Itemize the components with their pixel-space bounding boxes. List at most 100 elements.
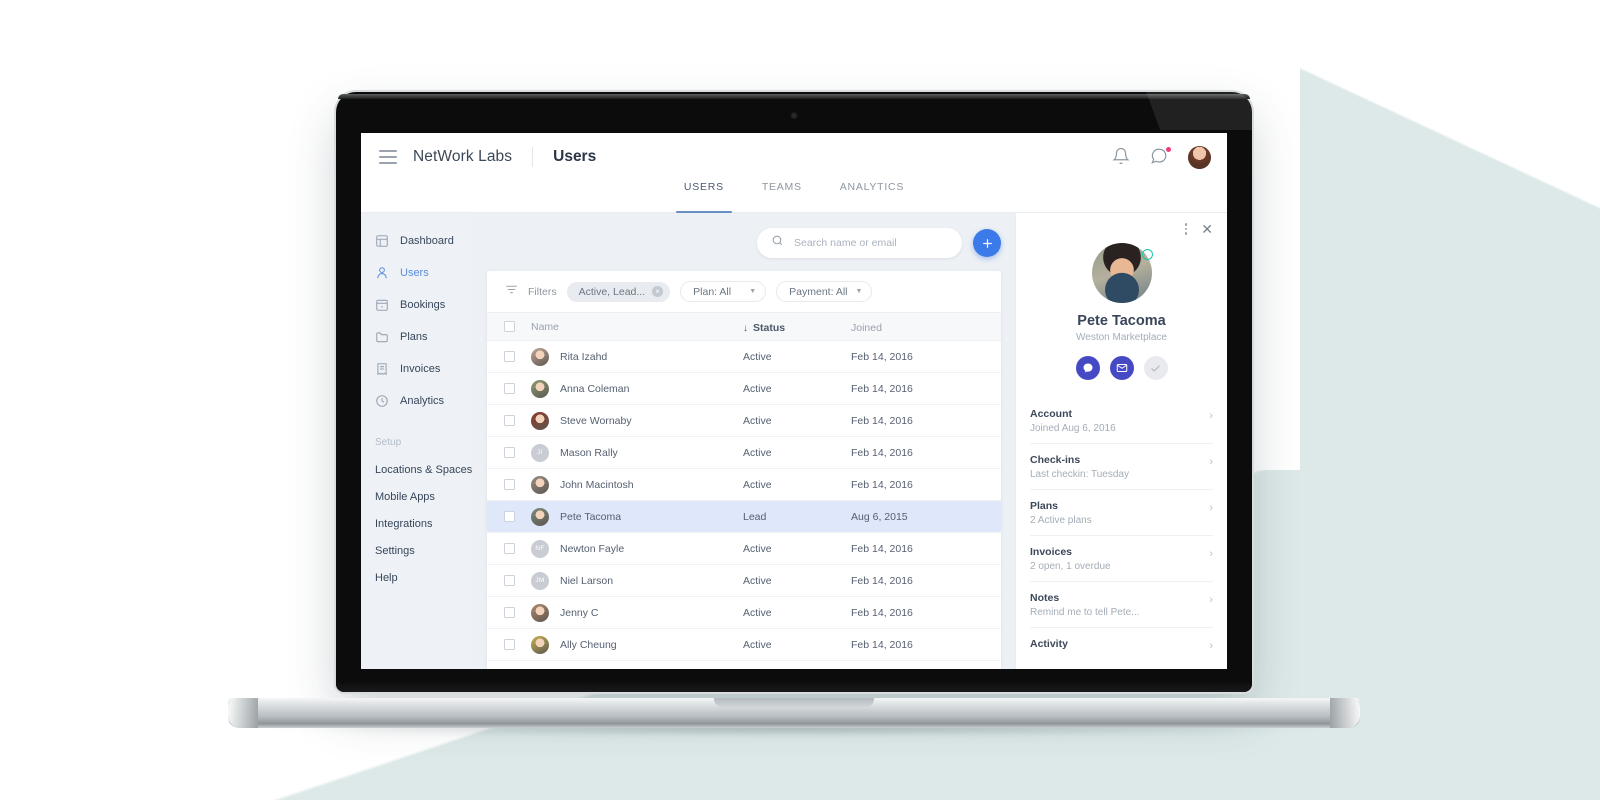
panel-detail-text: Check-ins Last checkin: Tuesday — [1030, 454, 1209, 480]
row-name: Niel Larson — [560, 574, 614, 587]
table-row[interactable]: Ally Cheung Active Feb 14, 2016 — [487, 629, 1001, 661]
sidebar-item-locations-spaces[interactable]: Locations & Spaces — [361, 456, 473, 483]
hamburger-icon[interactable] — [379, 150, 397, 164]
row-status: Active — [743, 382, 772, 395]
row-checkbox[interactable] — [503, 607, 515, 618]
row-joined: Feb 14, 2016 — [851, 542, 913, 555]
bell-icon[interactable] — [1112, 147, 1132, 167]
panel-detail-title: Invoices — [1030, 546, 1073, 558]
table-row[interactable]: Steve Wornaby Active Feb 14, 2016 — [487, 405, 1001, 437]
plan-filter-select[interactable]: Plan: All ▼ — [680, 281, 767, 302]
chevron-right-icon: › — [1209, 640, 1213, 652]
add-user-button[interactable] — [973, 229, 1001, 257]
panel-detail-text: Activity — [1030, 638, 1209, 650]
select-all-checkbox[interactable] — [503, 321, 515, 332]
clear-filter-icon[interactable]: × — [652, 286, 664, 297]
laptop-base-edge-right — [1330, 698, 1360, 728]
plan-filter-label: Plan: All — [693, 285, 732, 298]
payment-filter-label: Payment: All — [789, 285, 848, 298]
panel-detail-item[interactable]: Check-ins Last checkin: Tuesday › — [1030, 443, 1213, 489]
row-name: John Macintosh — [560, 478, 634, 491]
sidebar-item-settings[interactable]: Settings — [361, 537, 473, 564]
panel-detail-item[interactable]: Plans 2 Active plans › — [1030, 489, 1213, 535]
checkin-action-button[interactable] — [1143, 356, 1168, 380]
email-action-button[interactable] — [1109, 356, 1134, 380]
row-checkbox[interactable] — [503, 351, 515, 362]
chat-bubble-icon[interactable] — [1150, 146, 1172, 167]
sidebar-item-users[interactable]: Users — [361, 257, 473, 289]
message-action-button[interactable] — [1075, 356, 1100, 380]
row-checkbox[interactable] — [503, 415, 515, 426]
row-checkbox[interactable] — [503, 639, 515, 650]
row-status: Active — [743, 446, 772, 459]
chevron-right-icon: › — [1209, 502, 1213, 514]
sidebar-item-help[interactable]: Help — [361, 564, 473, 591]
column-header-status[interactable]: ↓ Status — [743, 318, 851, 336]
laptop-lid: NetWork Labs Users USERS TEAMS ANALYTICS… — [336, 92, 1252, 692]
filter-chip-status[interactable]: Active, Lead... × — [566, 281, 671, 302]
row-checkbox[interactable] — [503, 543, 515, 554]
table-row[interactable]: Jenny C Active Feb 14, 2016 — [487, 597, 1001, 629]
panel-detail-item[interactable]: Activity › — [1030, 627, 1213, 661]
chevron-right-icon: › — [1209, 410, 1213, 422]
chevron-right-icon: › — [1209, 548, 1213, 560]
panel-detail-text: Plans 2 Active plans — [1030, 500, 1209, 526]
sidebar-item-label: Mobile Apps — [375, 490, 435, 503]
tab-teams[interactable]: TEAMS — [758, 181, 806, 212]
sidebar-item-dashboard[interactable]: Dashboard — [361, 225, 473, 257]
row-status: Active — [743, 350, 772, 363]
search-box[interactable] — [757, 228, 962, 258]
panel-detail-item[interactable]: Invoices 2 open, 1 overdue › — [1030, 535, 1213, 581]
table-row[interactable]: Pete Tacoma Lead Aug 6, 2015 — [487, 501, 1001, 533]
column-header-name[interactable]: Name — [531, 321, 743, 333]
sidebar-item-label: Locations & Spaces — [375, 463, 473, 476]
sidebar-item-label: Plans — [400, 331, 428, 343]
search-input[interactable] — [794, 237, 948, 249]
sidebar-item-mobile-apps[interactable]: Mobile Apps — [361, 483, 473, 510]
more-vertical-icon[interactable] — [1184, 223, 1188, 235]
panel-detail-item[interactable]: Account Joined Aug 6, 2016 › — [1030, 398, 1213, 443]
table-row[interactable]: Anna Coleman Active Feb 14, 2016 — [487, 373, 1001, 405]
sidebar-item-plans[interactable]: Plans — [361, 321, 473, 353]
row-name: Rita Izahd — [560, 350, 608, 363]
sidebar-item-analytics[interactable]: Analytics — [361, 385, 473, 417]
table-row[interactable]: JM Niel Larson Active Feb 14, 2016 — [487, 565, 1001, 597]
row-joined: Feb 14, 2016 — [851, 606, 913, 619]
payment-filter-select[interactable]: Payment: All ▼ — [776, 281, 873, 302]
row-checkbox[interactable] — [503, 447, 515, 458]
row-name-cell: Steve Wornaby — [531, 411, 743, 430]
row-status: Active — [743, 542, 772, 555]
row-name-cell: JI Mason Rally — [531, 443, 743, 462]
avatar: NF — [531, 539, 549, 558]
close-icon[interactable]: ✕ — [1201, 222, 1213, 236]
sidebar-item-integrations[interactable]: Integrations — [361, 510, 473, 537]
sidebar-item-invoices[interactable]: Invoices — [361, 353, 473, 385]
user-detail-panel: ✕ Pete Tacoma Weston Marketplace Account… — [1015, 213, 1227, 669]
laptop-base — [228, 698, 1360, 728]
row-checkbox[interactable] — [503, 575, 515, 586]
row-checkbox[interactable] — [503, 511, 515, 522]
row-checkbox[interactable] — [503, 479, 515, 490]
workspace: Dashboard Users Bookings Plans Invoices … — [361, 213, 1227, 669]
table-row[interactable]: Rita Izahd Active Feb 14, 2016 — [487, 341, 1001, 373]
row-checkbox[interactable] — [503, 383, 515, 394]
row-name-cell: Jenny C — [531, 603, 743, 622]
panel-detail-item[interactable]: Notes Remind me to tell Pete... › — [1030, 581, 1213, 627]
table-row[interactable]: John Macintosh Active Feb 14, 2016 — [487, 469, 1001, 501]
tab-analytics[interactable]: ANALYTICS — [836, 181, 908, 212]
table-row[interactable]: JI Mason Rally Active Feb 14, 2016 — [487, 437, 1001, 469]
column-header-joined[interactable]: Joined — [851, 318, 1001, 336]
chevron-right-icon: › — [1209, 456, 1213, 468]
sidebar-item-bookings[interactable]: Bookings — [361, 289, 473, 321]
column-label: Status — [753, 321, 786, 334]
laptop-base-notch — [714, 698, 874, 707]
chevron-down-icon: ▼ — [749, 288, 757, 295]
table-row[interactable]: NF Newton Fayle Active Feb 14, 2016 — [487, 533, 1001, 565]
panel-detail-text: Account Joined Aug 6, 2016 — [1030, 408, 1209, 434]
row-joined: Feb 14, 2016 — [851, 446, 913, 459]
panel-detail-subtitle: Last checkin: Tuesday — [1030, 469, 1129, 480]
tab-users[interactable]: USERS — [675, 181, 732, 213]
row-status: Active — [743, 478, 772, 491]
avatar[interactable] — [1188, 145, 1211, 169]
row-checkbox-cell — [487, 575, 531, 586]
